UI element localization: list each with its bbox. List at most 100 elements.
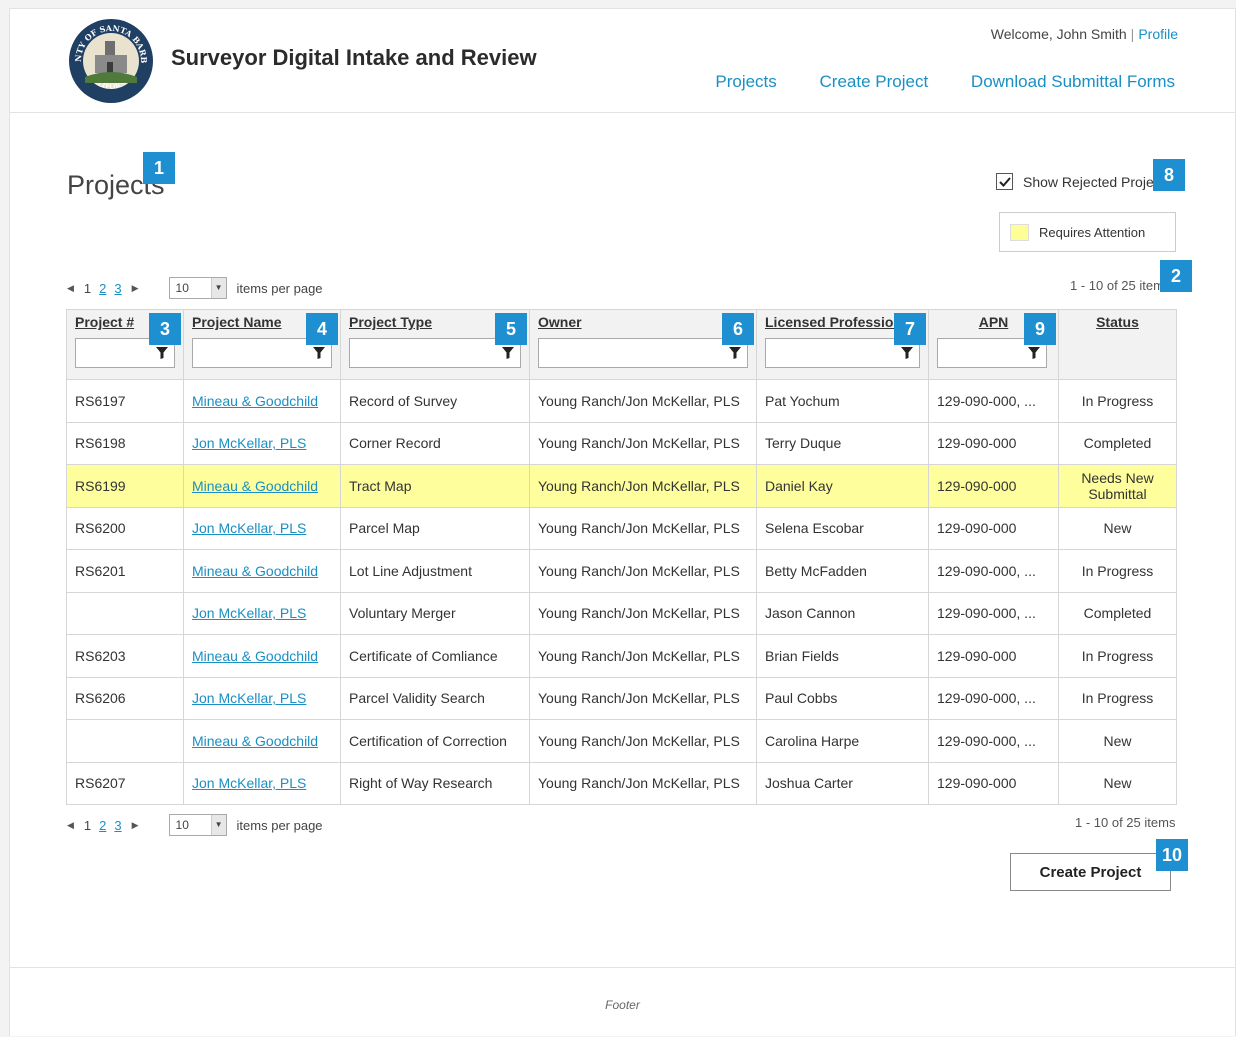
table-row: RS6207 Jon McKellar, PLS Right of Way Rese… [66, 761, 1177, 805]
cell-licensed-professional: Brian Fields [756, 634, 929, 678]
callout-badge: 8 [1153, 159, 1185, 191]
cell-apn: 129-090-000, ... [928, 676, 1059, 720]
cell-owner: Young Ranch/Jon McKellar, PLS [529, 591, 757, 635]
prev-page-icon[interactable]: ◀ [67, 820, 74, 831]
nav-projects[interactable]: Projects [715, 72, 776, 91]
next-page-icon[interactable]: ▶ [132, 820, 139, 831]
cell-project-name-link[interactable]: Jon McKellar, PLS [183, 506, 341, 550]
page-2[interactable]: 2 [99, 281, 106, 296]
cell-project-name-link[interactable]: Jon McKellar, PLS [183, 676, 341, 720]
cell-owner: Young Ranch/Jon McKellar, PLS [529, 506, 757, 550]
cell-owner: Young Ranch/Jon McKellar, PLS [529, 719, 757, 763]
welcome-separator: | [1130, 26, 1135, 42]
cell-project-type: Voluntary Merger [340, 591, 530, 635]
cell-apn: 129-090-000 [928, 506, 1059, 550]
filter-icon[interactable] [729, 347, 741, 359]
page-3[interactable]: 3 [114, 281, 121, 296]
page-1[interactable]: 1 [84, 281, 91, 296]
cell-status: In Progress [1058, 379, 1177, 423]
cell-status: Completed [1058, 591, 1177, 635]
page-footer: Footer [10, 967, 1235, 1037]
cell-project-type: Certificate of Comliance [340, 634, 530, 678]
cell-licensed-professional: Pat Yochum [756, 379, 929, 423]
profile-link[interactable]: Profile [1138, 26, 1178, 42]
filter-input[interactable] [538, 338, 748, 368]
callout-badge: 7 [894, 313, 926, 345]
cell-owner: Young Ranch/Jon McKellar, PLS [529, 464, 757, 508]
page-1[interactable]: 1 [84, 818, 91, 833]
chevron-down-icon: ▼ [210, 815, 226, 835]
prev-page-icon[interactable]: ◀ [67, 283, 74, 294]
cell-project-name-link[interactable]: Mineau & Goodchild [183, 379, 341, 423]
cell-project-num: RS6203 [66, 634, 184, 678]
cell-project-num: RS6199 [66, 464, 184, 508]
col-header-label[interactable]: Status [1067, 314, 1168, 338]
welcome-bar: Welcome, John Smith | Profile [991, 26, 1178, 42]
callout-badge: 1 [143, 152, 175, 184]
cell-owner: Young Ranch/Jon McKellar, PLS [529, 761, 757, 805]
cell-project-num [66, 719, 184, 763]
cell-project-name-link[interactable]: Mineau & Goodchild [183, 464, 341, 508]
cell-status: In Progress [1058, 549, 1177, 593]
filter-icon[interactable] [901, 347, 913, 359]
callout-badge: 6 [722, 313, 754, 345]
page-size-select[interactable]: 10 ▼ [168, 814, 227, 836]
show-rejected-label: Show Rejected Projects [1023, 173, 1166, 190]
cell-project-type: Corner Record [340, 421, 530, 465]
county-seal-logo: COUNTY OF SANTA BARBARA CALIFORNIA [67, 17, 153, 103]
callout-badge: 9 [1024, 313, 1056, 345]
filter-icon[interactable] [502, 347, 514, 359]
filter-icon[interactable] [1028, 347, 1040, 359]
page-size-select[interactable]: 10 ▼ [168, 277, 227, 299]
create-project-button[interactable]: Create Project [1010, 853, 1171, 891]
nav-download-forms[interactable]: Download Submittal Forms [971, 72, 1175, 91]
cell-project-name-link[interactable]: Mineau & Goodchild [183, 634, 341, 678]
cell-project-name-link[interactable]: Mineau & Goodchild [183, 549, 341, 593]
nav-create-project[interactable]: Create Project [820, 72, 929, 91]
cell-apn: 129-090-000 [928, 634, 1059, 678]
callout-badge: 3 [149, 313, 181, 345]
next-page-icon[interactable]: ▶ [132, 283, 139, 294]
cell-licensed-professional: Paul Cobbs [756, 676, 929, 720]
items-count-top: 1 - 10 of 25 items [1070, 278, 1162, 293]
app-title: Surveyor Digital Intake and Review [171, 45, 537, 70]
cell-status: New [1058, 506, 1177, 550]
cell-status: New [1058, 719, 1177, 763]
pager-top: ◀ 1 2 3 ▶ 10 ▼ items per page [67, 277, 323, 299]
page-3[interactable]: 3 [114, 818, 121, 833]
cell-licensed-professional: Terry Duque [756, 421, 929, 465]
cell-project-name-link[interactable]: Mineau & Goodchild [183, 719, 341, 763]
cell-apn: 129-090-000, ... [928, 591, 1059, 635]
pager-bottom: ◀ 1 2 3 ▶ 10 ▼ items per page [67, 814, 323, 836]
page-container: COUNTY OF SANTA BARBARA CALIFORNIA Surve… [9, 8, 1236, 1036]
filter-icon[interactable] [313, 347, 325, 359]
cell-project-num: RS6201 [66, 549, 184, 593]
cell-project-name-link[interactable]: Jon McKellar, PLS [183, 591, 341, 635]
page-2[interactable]: 2 [99, 818, 106, 833]
filter-icon[interactable] [156, 347, 168, 359]
cell-licensed-professional: Daniel Kay [756, 464, 929, 508]
cell-apn: 129-090-000, ... [928, 719, 1059, 763]
callout-badge: 2 [1160, 260, 1192, 292]
cell-project-type: Tract Map [340, 464, 530, 508]
table-header-row: Project # Project Name Project Type Owne… [66, 309, 1177, 380]
cell-apn: 129-090-000, ... [928, 379, 1059, 423]
col-header-label[interactable]: Owner [538, 314, 748, 338]
cell-project-name-link[interactable]: Jon McKellar, PLS [183, 761, 341, 805]
show-rejected-toggle[interactable]: Show Rejected Projects [996, 173, 1166, 190]
show-rejected-checkbox[interactable] [996, 173, 1013, 190]
cell-status: Completed [1058, 421, 1177, 465]
table-row: RS6198 Jon McKellar, PLS Corner Record Youn… [66, 421, 1177, 465]
cell-project-num: RS6197 [66, 379, 184, 423]
cell-licensed-professional: Betty McFadden [756, 549, 929, 593]
cell-licensed-professional: Selena Escobar [756, 506, 929, 550]
cell-licensed-professional: Joshua Carter [756, 761, 929, 805]
projects-table: Project # Project Name Project Type Owne… [66, 309, 1177, 805]
chevron-down-icon: ▼ [210, 278, 226, 298]
cell-project-num: RS6200 [66, 506, 184, 550]
items-per-page-label: items per page [236, 817, 323, 833]
table-body: RS6197 Mineau & Goodchild Record of Survey… [66, 379, 1177, 805]
callout-badge: 5 [495, 313, 527, 345]
cell-project-name-link[interactable]: Jon McKellar, PLS [183, 421, 341, 465]
cell-apn: 129-090-000, ... [928, 549, 1059, 593]
